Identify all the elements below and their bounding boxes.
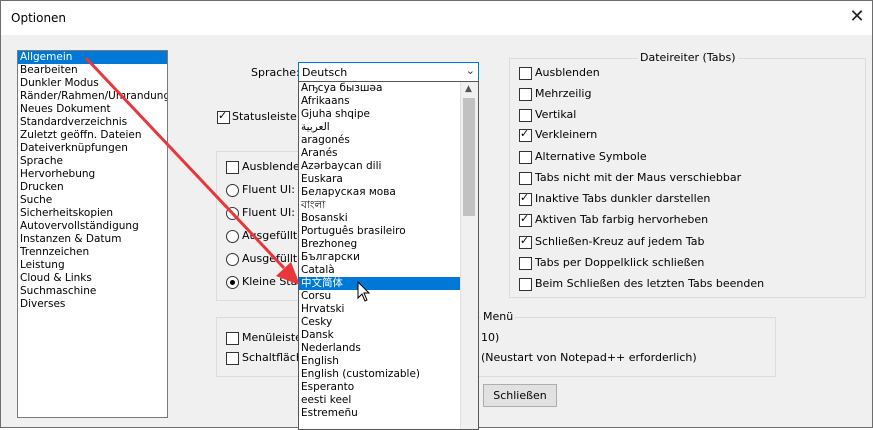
mouse-cursor-icon (357, 280, 371, 302)
annotation-arrow-line (84, 56, 286, 270)
annotation-overlay (84, 56, 371, 302)
